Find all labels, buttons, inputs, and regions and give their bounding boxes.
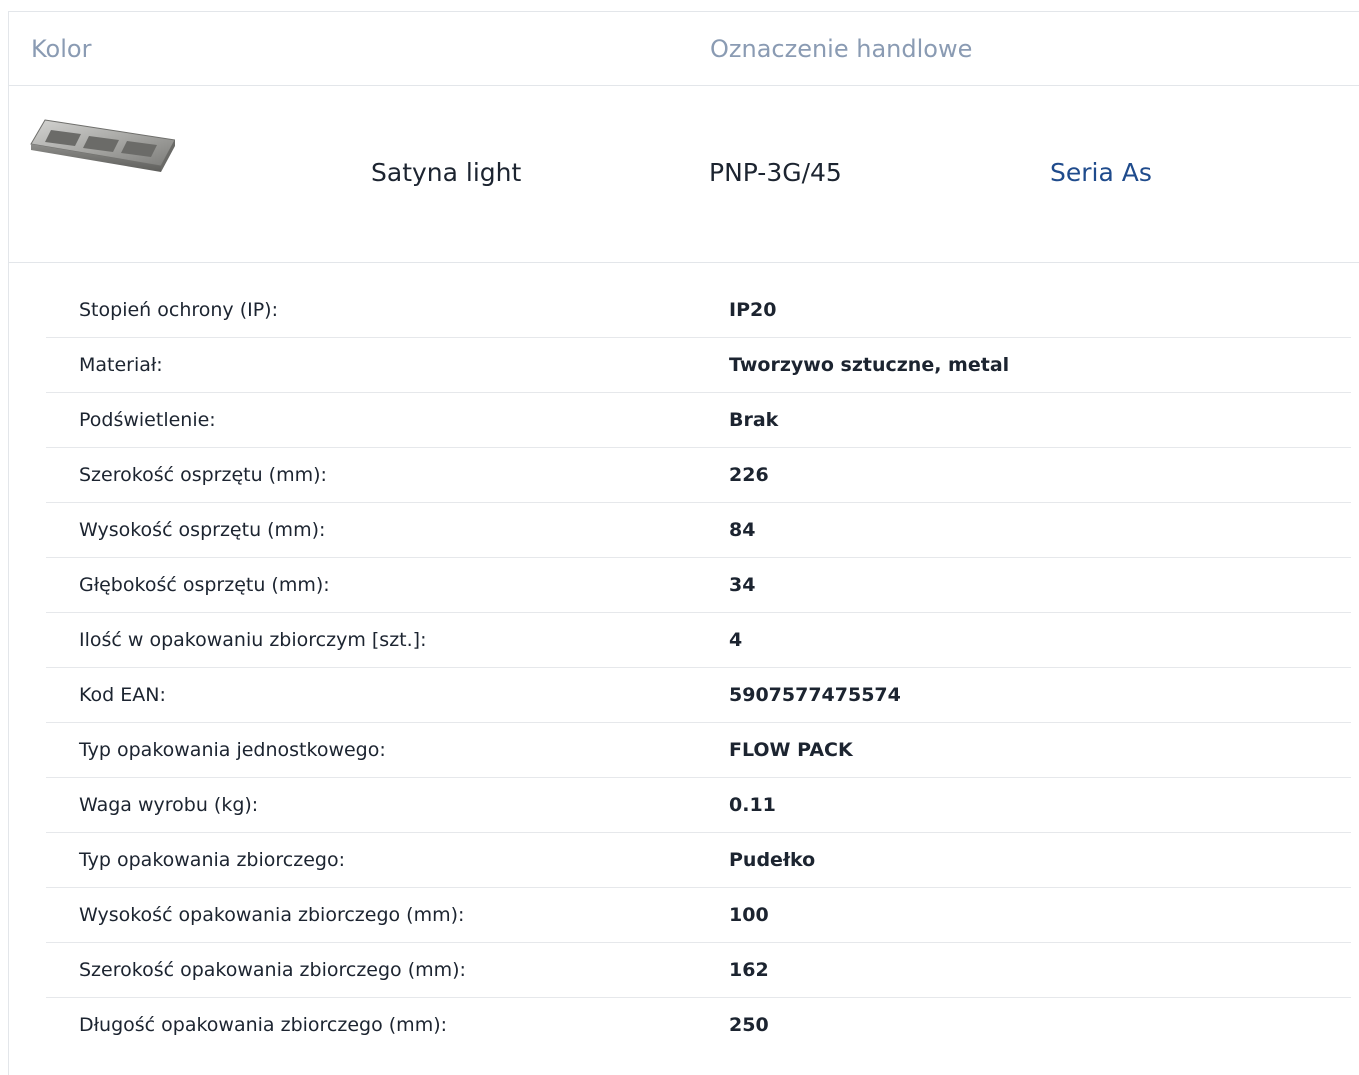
table-row: Podświetlenie: Brak — [46, 393, 1351, 448]
spec-value: IP20 — [729, 299, 777, 321]
spec-label: Szerokość opakowania zbiorczego (mm): — [79, 959, 466, 981]
spec-label: Wysokość opakowania zbiorczego (mm): — [79, 904, 465, 926]
spec-label: Ilość w opakowaniu zbiorczym [szt.]: — [79, 629, 427, 651]
spec-value: 162 — [729, 959, 769, 981]
spec-label: Długość opakowania zbiorczego (mm): — [79, 1014, 448, 1036]
spec-label: Waga wyrobu (kg): — [79, 794, 259, 816]
spec-label: Głębokość osprzętu (mm): — [79, 574, 330, 596]
table-row: Wysokość opakowania zbiorczego (mm): 100 — [46, 888, 1351, 943]
product-color: Satyna light — [371, 158, 522, 187]
table-row: Głębokość osprzętu (mm): 34 — [46, 558, 1351, 613]
table-row: Szerokość opakowania zbiorczego (mm): 162 — [46, 943, 1351, 998]
spec-value: 0.11 — [729, 794, 776, 816]
header-trade-designation: Oznaczenie handlowe — [710, 35, 973, 63]
spec-value: 5907577475574 — [729, 684, 901, 706]
spec-value: Pudełko — [729, 849, 816, 871]
table-row: Ilość w opakowaniu zbiorczym [szt.]: 4 — [46, 613, 1351, 668]
spec-value: FLOW PACK — [729, 739, 853, 761]
spec-label: Podświetlenie: — [79, 409, 216, 431]
table-row: Waga wyrobu (kg): 0.11 — [46, 778, 1351, 833]
spec-label: Kod EAN: — [79, 684, 166, 706]
table-row: Wysokość osprzętu (mm): 84 — [46, 503, 1351, 558]
spec-label: Materiał: — [79, 354, 163, 376]
metal-frame-3g-image — [30, 119, 175, 172]
spec-label: Typ opakowania jednostkowego: — [79, 739, 386, 761]
spec-label: Wysokość osprzętu (mm): — [79, 519, 326, 541]
spec-label: Typ opakowania zbiorczego: — [79, 849, 345, 871]
series-link[interactable]: Seria As — [1050, 158, 1152, 188]
table-row: Stopień ochrony (IP): IP20 — [46, 283, 1351, 338]
table-row: Typ opakowania zbiorczego: Pudełko — [46, 833, 1351, 888]
spec-value: 100 — [729, 904, 769, 926]
spec-value: Tworzywo sztuczne, metal — [729, 354, 1010, 376]
spec-value: 250 — [729, 1014, 769, 1036]
product-variant-table: Kolor Oznaczenie handlowe Satyna light P… — [8, 11, 1359, 1075]
header-color: Kolor — [31, 35, 92, 63]
table-row: Szerokość osprzętu (mm): 226 — [46, 448, 1351, 503]
specification-table: Stopień ochrony (IP): IP20 Materiał: Tworzy… — [46, 283, 1351, 1052]
spec-value: 226 — [729, 464, 769, 486]
table-row: Typ opakowania jednostkowego: FLOW PACK — [46, 723, 1351, 778]
table-row: Długość opakowania zbiorczego (mm): 250 — [46, 998, 1351, 1052]
spec-label: Szerokość osprzętu (mm): — [79, 464, 327, 486]
table-row: Kod EAN: 5907577475574 — [46, 668, 1351, 723]
product-code: PNP-3G/45 — [709, 158, 842, 187]
table-header-row: Kolor Oznaczenie handlowe — [9, 12, 1359, 86]
spec-value: Brak — [729, 409, 779, 431]
product-variant-row: Satyna light PNP-3G/45 Seria As — [9, 86, 1359, 263]
spec-label: Stopień ochrony (IP): — [79, 299, 278, 321]
spec-value: 34 — [729, 574, 756, 596]
spec-value: 4 — [729, 629, 743, 651]
spec-value: 84 — [729, 519, 756, 541]
table-row: Materiał: Tworzywo sztuczne, metal — [46, 338, 1351, 393]
